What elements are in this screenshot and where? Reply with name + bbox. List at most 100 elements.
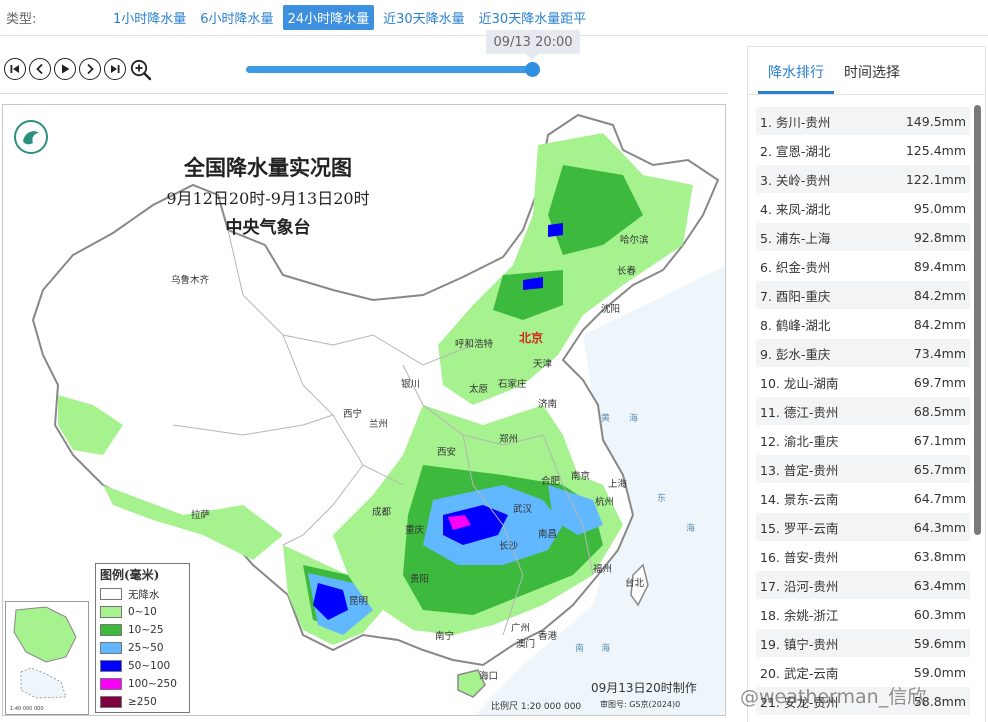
ranking-precipitation-value: 64.3mm <box>913 519 966 535</box>
first-frame-icon <box>10 65 19 73</box>
type-tab-6h[interactable]: 6小时降水量 <box>195 5 278 30</box>
last-frame-button[interactable] <box>104 58 126 80</box>
play-icon <box>62 64 70 74</box>
city-label: 台北 <box>625 578 645 589</box>
tab-time-selection[interactable]: 时间选择 <box>834 62 910 94</box>
ranking-precipitation-value: 95.0mm <box>913 200 966 216</box>
ranking-panel: 降水排行 时间选择 1. 务川-贵州 149.5mm 2. 宣恩-湖北 125.4mm… <box>747 46 986 722</box>
type-tab-24h[interactable]: 24小时降水量 <box>282 5 375 30</box>
legend-item-label: ≥250 <box>128 696 157 708</box>
weibo-watermark: @weatherman_信欣 <box>740 686 927 708</box>
city-label: 西安 <box>437 447 457 458</box>
ranking-row[interactable]: 3. 关岭-贵州 122.1mm <box>756 165 970 194</box>
city-label-capital: 北京 <box>519 331 544 345</box>
ranking-station-name: 2. 宣恩-湖北 <box>760 143 831 159</box>
ranking-row[interactable]: 11. 德江-贵州 68.5mm <box>756 397 970 426</box>
city-label: 郑州 <box>499 434 519 445</box>
ranking-precipitation-value: 59.6mm <box>913 635 966 651</box>
sea-label: 海 <box>601 644 611 654</box>
legend-title: 图例(毫米) <box>100 568 160 582</box>
legend-item-label: 无降水 <box>128 588 160 601</box>
sea-label: 东 <box>657 494 667 504</box>
cma-logo-icon <box>14 120 48 154</box>
legend-item-label: 50~100 <box>128 660 171 672</box>
ranking-station-name: 18. 余姚-浙江 <box>760 607 839 623</box>
ranking-precipitation-value: 67.1mm <box>913 432 966 448</box>
precipitation-map: 全国降水量实况图 9月12日20时-9月13日20时 中央气象台 北京 哈尔滨 … <box>2 104 726 716</box>
ranking-row[interactable]: 9. 彭水-重庆 73.4mm <box>756 339 970 368</box>
ranking-list: 1. 务川-贵州 149.5mm 2. 宣恩-湖北 125.4mm 3. 关岭-贵州 12… <box>756 107 970 716</box>
legend-item: 无降水 <box>96 585 189 603</box>
ranking-station-name: 13. 普定-贵州 <box>760 462 839 478</box>
ranking-row[interactable]: 10. 龙山-湖南 69.7mm <box>756 368 970 397</box>
map-issuer: 中央气象台 <box>225 218 311 238</box>
city-label: 拉萨 <box>191 510 211 521</box>
first-frame-button[interactable] <box>4 58 26 80</box>
ranking-row[interactable]: 2. 宣恩-湖北 125.4mm <box>756 136 970 165</box>
ranking-row[interactable]: 6. 织金-贵州 89.4mm <box>756 252 970 281</box>
ranking-row[interactable]: 5. 浦东-上海 92.8mm <box>756 223 970 252</box>
ranking-station-name: 6. 织金-贵州 <box>760 259 831 275</box>
ranking-row[interactable]: 13. 普定-贵州 65.7mm <box>756 455 970 484</box>
ranking-station-name: 10. 龙山-湖南 <box>760 375 839 391</box>
legend-item: 50~100 <box>96 657 189 675</box>
ranking-row[interactable]: 4. 来凤-湖北 95.0mm <box>756 194 970 223</box>
type-label: 类型: <box>6 12 37 27</box>
legend-item: ≥250 <box>96 693 189 711</box>
controls-divider <box>0 93 728 94</box>
city-label: 石家庄 <box>498 379 527 390</box>
ranking-precipitation-value: 63.4mm <box>913 577 966 593</box>
ranking-station-name: 11. 德江-贵州 <box>760 404 839 420</box>
city-label: 南宁 <box>435 631 455 642</box>
ranking-row[interactable]: 17. 沿河-贵州 63.4mm <box>756 571 970 600</box>
ranking-precipitation-value: 92.8mm <box>913 229 966 245</box>
city-label: 贵阳 <box>410 574 430 585</box>
ranking-precipitation-value: 69.7mm <box>913 374 966 390</box>
ranking-row[interactable]: 7. 酉阳-重庆 84.2mm <box>756 281 970 310</box>
ranking-row[interactable]: 18. 余姚-浙江 60.3mm <box>756 600 970 629</box>
ranking-scrollbar[interactable] <box>974 105 981 535</box>
last-frame-icon <box>111 65 120 73</box>
type-tab-30d-anomaly[interactable]: 近30天降水量距平 <box>474 5 592 30</box>
tab-precipitation-ranking[interactable]: 降水排行 <box>758 62 834 94</box>
ranking-row[interactable]: 8. 鹤峰-湖北 84.2mm <box>756 310 970 339</box>
legend-item-label: 25~50 <box>128 642 164 654</box>
prev-frame-button[interactable] <box>29 58 51 80</box>
inset-map-graphic <box>13 606 77 699</box>
scale-note: 比例尺 1:20 000 000 <box>491 702 582 712</box>
next-frame-button[interactable] <box>79 58 101 80</box>
ranking-row[interactable]: 14. 景东-云南 64.7mm <box>756 484 970 513</box>
city-label: 兰州 <box>369 419 389 430</box>
play-button[interactable] <box>54 58 76 80</box>
ranking-row[interactable]: 15. 罗平-云南 64.3mm <box>756 513 970 542</box>
city-label: 银川 <box>401 379 421 390</box>
zoom-in-icon[interactable] <box>129 58 153 82</box>
ranking-precipitation-value: 60.3mm <box>913 606 966 622</box>
legend-swatch <box>100 678 122 690</box>
ranking-precipitation-value: 122.1mm <box>905 171 966 187</box>
type-tab-1h[interactable]: 1小时降水量 <box>108 5 191 30</box>
ranking-row[interactable]: 1. 务川-贵州 149.5mm <box>756 107 970 136</box>
city-label: 沈阳 <box>601 304 621 315</box>
legend-swatch <box>100 696 122 708</box>
ranking-station-name: 9. 彭水-重庆 <box>760 346 831 362</box>
ranking-row[interactable]: 19. 镇宁-贵州 59.6mm <box>756 629 970 658</box>
ranking-station-name: 1. 务川-贵州 <box>760 114 831 130</box>
ranking-row[interactable]: 12. 渝北-重庆 67.1mm <box>756 426 970 455</box>
time-slider[interactable] <box>246 62 540 77</box>
ranking-precipitation-value: 89.4mm <box>913 258 966 274</box>
ranking-station-name: 12. 渝北-重庆 <box>760 433 839 449</box>
city-label: 太原 <box>469 384 489 395</box>
type-tabs: 1小时降水量 6小时降水量 24小时降水量 近30天降水量 近30天降水量距平 <box>108 5 591 30</box>
sea-label: 南 <box>575 644 585 654</box>
ranking-row[interactable]: 16. 普安-贵州 63.8mm <box>756 542 970 571</box>
ranking-station-name: 16. 普安-贵州 <box>760 549 839 565</box>
ranking-precipitation-value: 64.7mm <box>913 490 966 506</box>
city-label: 合肥 <box>541 476 561 487</box>
map-legend: 图例(毫米) 无降水 0~10 10~25 25~50 50~100 100~2… <box>95 563 190 713</box>
city-label: 成都 <box>372 507 392 518</box>
time-slider-handle[interactable] <box>524 62 540 77</box>
type-tab-30d[interactable]: 近30天降水量 <box>378 5 470 30</box>
city-label: 澳门 <box>516 639 536 650</box>
south-china-sea-inset: 1:40 000 000 <box>5 601 89 715</box>
